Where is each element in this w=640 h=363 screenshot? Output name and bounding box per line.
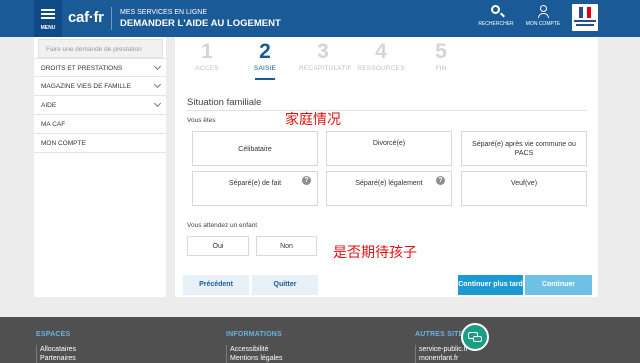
footer-link-allocataires[interactable]: Allocataires: [40, 345, 76, 354]
footer: ESPACES Allocataires Partenaires INFORMA…: [0, 317, 640, 363]
footer-link-partenaires[interactable]: Partenaires: [40, 354, 76, 363]
sidebar-item-mon-compte[interactable]: MON COMPTE: [34, 134, 166, 153]
footer-link-mentions-legales[interactable]: Mentions légales: [230, 354, 283, 363]
option-veuf[interactable]: Veuf(ve): [461, 171, 587, 206]
step-label: RESSOURCES: [357, 65, 405, 72]
step-number: 2: [259, 40, 271, 63]
sidebar-item-ma-caf[interactable]: MA CAF: [34, 115, 166, 134]
service-subtitle: MES SERVICES EN LIGNE: [120, 9, 208, 16]
search-icon: [491, 5, 500, 14]
option-label: Séparé(e) de fait: [228, 180, 282, 187]
annotation-expecting-child: 是否期待孩子: [333, 245, 417, 261]
sidebar: Faire une demande de prestation DROITS E…: [34, 37, 166, 297]
step-fin: 5 FIN: [417, 40, 465, 72]
step-ressources: 4 RESSOURCES: [357, 40, 405, 72]
caf-logo[interactable]: caf·fr: [68, 9, 104, 26]
sidebar-item-droits-prestations[interactable]: DROITS ET PRESTATIONS: [34, 58, 166, 77]
sidebar-item-label: DROITS ET PRESTATIONS: [41, 65, 123, 72]
step-label: RECAPITULATIF: [299, 65, 352, 72]
step-recapitulatif: 3 RECAPITULATIF: [299, 40, 352, 72]
search-button[interactable]: RECHERCHER: [476, 0, 516, 37]
option-label: Oui: [212, 243, 224, 250]
step-number: 5: [435, 40, 447, 63]
chevron-down-icon: [153, 80, 162, 89]
option-non[interactable]: Non: [256, 236, 317, 256]
step-number: 1: [201, 40, 213, 63]
sidebar-item-label: MON COMPTE: [41, 140, 86, 147]
section-title: Situation familiale: [187, 97, 262, 108]
main-panel: 1 ACCES 2 SAISIE 3 RECAPITULATIF 4 RESSO…: [175, 37, 598, 297]
step-number: 3: [317, 40, 329, 63]
vous-etes-label: Vous êtes: [187, 117, 216, 124]
footer-heading: INFORMATIONS: [226, 331, 282, 338]
republique-francaise-logo[interactable]: [572, 4, 598, 31]
annotation-family-situation: 家庭情况: [285, 112, 341, 128]
step-label: FIN: [435, 65, 447, 72]
option-label: Divorcé(e): [372, 140, 406, 147]
sidebar-item-label: MAGAZINE VIES DE FAMILLE: [41, 83, 131, 90]
step-acces: 1 ACCES: [183, 40, 231, 72]
continuer-plus-tard-button[interactable]: Continuer plus tard: [458, 275, 523, 295]
user-icon: [538, 5, 549, 18]
sidebar-item-aide[interactable]: AIDE: [34, 96, 166, 115]
option-celibataire[interactable]: Célibataire: [192, 131, 318, 166]
precedent-button[interactable]: Précédent: [183, 275, 249, 295]
chat-bubble-icon: [473, 336, 482, 342]
chevron-down-icon: [153, 99, 162, 108]
sidebar-search-input[interactable]: Faire une demande de prestation: [38, 39, 163, 58]
menu-label: MENU: [40, 25, 56, 31]
option-divorce[interactable]: Divorcé(e): [326, 131, 452, 166]
quitter-button[interactable]: Quitter: [252, 275, 318, 295]
option-separe-de-fait[interactable]: Séparé(e) de fait ?: [192, 171, 318, 206]
continuer-button[interactable]: Continuer: [525, 275, 592, 295]
menu-button[interactable]: MENU: [34, 0, 62, 37]
sidebar-item-magazine[interactable]: MAGAZINE VIES DE FAMILLE: [34, 77, 166, 96]
search-label: RECHERCHER: [478, 21, 514, 27]
footer-link-service-public[interactable]: service-public.fr: [419, 345, 468, 354]
footer-heading: ESPACES: [36, 331, 71, 338]
option-label: Séparé(e) légalement: [355, 180, 423, 187]
option-oui[interactable]: Oui: [187, 236, 249, 256]
header-divider: [111, 7, 112, 30]
sidebar-item-label: AIDE: [41, 102, 57, 109]
option-separe-apres-vie-commune[interactable]: Séparé(e) après vie commune ou PACS: [461, 131, 587, 166]
option-separe-legalement[interactable]: Séparé(e) légalement ?: [326, 171, 452, 206]
sidebar-item-label: MA CAF: [41, 121, 66, 128]
enfant-label: Vous attendez un enfant: [187, 222, 258, 229]
step-label: ACCES: [195, 65, 219, 72]
hamburger-icon: [41, 9, 55, 19]
footer-espaces: ESPACES Allocataires Partenaires: [36, 331, 76, 363]
chat-button[interactable]: [461, 323, 489, 351]
active-step-indicator: [255, 78, 275, 80]
section-divider: [187, 110, 587, 111]
option-label: Veuf(ve): [510, 180, 538, 187]
option-label: Célibataire: [238, 146, 272, 153]
service-title: DEMANDER L'AIDE AU LOGEMENT: [120, 18, 281, 29]
step-label: SAISIE: [253, 65, 277, 72]
step-saisie: 2 SAISIE: [241, 40, 289, 72]
footer-link-accessibilite[interactable]: Accessibilité: [230, 345, 283, 354]
footer-informations: INFORMATIONS Accessibilité Mentions léga…: [226, 331, 283, 363]
help-icon[interactable]: ?: [436, 176, 445, 185]
footer-link-monenfant[interactable]: monenfant.fr: [419, 354, 468, 363]
step-number: 4: [375, 40, 387, 63]
option-label: Non: [280, 243, 293, 250]
top-header: MENU caf·fr MES SERVICES EN LIGNE DEMAND…: [0, 0, 640, 37]
chevron-down-icon: [153, 62, 162, 71]
account-label: MON COMPTE: [525, 21, 561, 27]
help-icon[interactable]: ?: [302, 176, 311, 185]
option-label: Séparé(e) après vie commune ou PACS: [472, 141, 576, 157]
account-button[interactable]: MON COMPTE: [522, 0, 564, 37]
